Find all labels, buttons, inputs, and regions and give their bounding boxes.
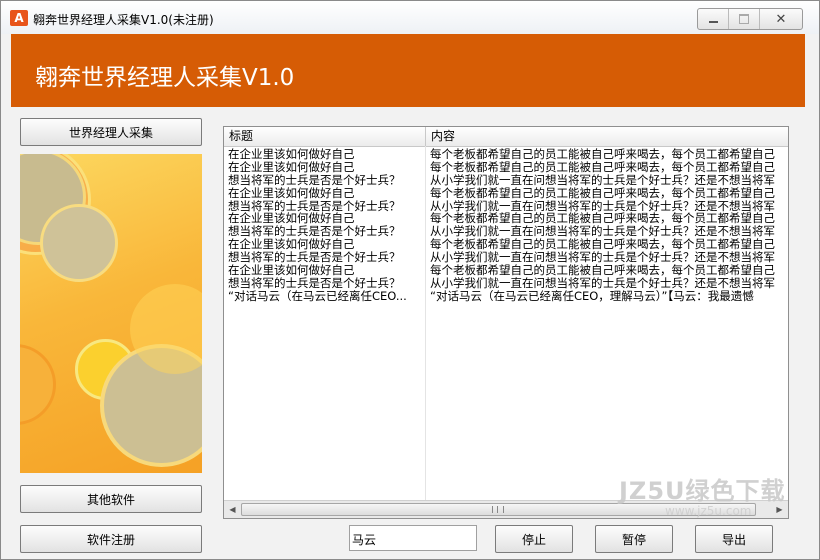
minimize-icon xyxy=(708,21,718,23)
table-row[interactable]: 想当将军的士兵是否是个好士兵？ 从小学我们就一直在问想当将军的士兵是个好士兵？还是… xyxy=(224,225,788,238)
list-rows: 在企业里该如何做好自己每个老板都希望自己的员工能被自己呼来喝去，每个员工都希望自… xyxy=(224,148,788,303)
other-software-button[interactable]: 其他软件 xyxy=(20,485,202,513)
app-window: A 翱奔世界经理人采集V1.0(未注册) ✕ 翱奔世界经理人采集V1.0 世界经… xyxy=(0,0,820,560)
window-controls: ✕ xyxy=(697,8,803,30)
banner-title: 翱奔世界经理人采集V1.0 xyxy=(35,65,295,91)
row-title: “对话马云（在马云已经离任CEO... xyxy=(228,289,407,303)
close-icon: ✕ xyxy=(775,11,787,27)
keyword-input[interactable]: 马云 xyxy=(349,525,477,551)
row-content: 从小学我们就一直在问想当将军的士兵是个好士兵？还是不想当将军 xyxy=(430,225,775,239)
collect-button[interactable]: 世界经理人采集 xyxy=(20,118,202,146)
table-row[interactable]: 在企业里该如何做好自己 每个老板都希望自己的员工能被自己呼来喝去，每个员工都希望自… xyxy=(224,161,788,174)
row-content: 从小学我们就一直在问想当将军的士兵是个好士兵？还是不想当将军 xyxy=(430,173,775,187)
header-banner: 翱奔世界经理人采集V1.0 xyxy=(11,34,805,107)
table-row[interactable]: 在企业里该如何做好自己 每个老板都希望自己的员工能被自己呼来喝去，每个员工都希望自… xyxy=(224,264,788,277)
row-content: 每个老板都希望自己的员工能被自己呼来喝去，每个员工都希望自己 xyxy=(430,238,775,252)
register-button[interactable]: 软件注册 xyxy=(20,525,202,553)
watermark-logo: JZ5U绿色下载 xyxy=(619,477,786,505)
table-row[interactable]: 在企业里该如何做好自己 每个老板都希望自己的员工能被自己呼来喝去，每个员工都希望自… xyxy=(224,148,788,161)
row-content: 每个老板都希望自己的员工能被自己呼来喝去，每个员工都希望自己 xyxy=(430,186,775,200)
window-title: 翱奔世界经理人采集V1.0(未注册) xyxy=(33,13,214,27)
row-title: 在企业里该如何做好自己 xyxy=(228,148,355,161)
row-content: 每个老板都希望自己的员工能被自己呼来喝去，每个员工都希望自己 xyxy=(430,148,775,161)
row-content: 每个老板都希望自己的员工能被自己呼来喝去，每个员工都希望自己 xyxy=(430,264,775,277)
row-title: 想当将军的士兵是否是个好士兵？ xyxy=(228,199,401,213)
minimize-button[interactable] xyxy=(698,9,729,29)
row-content: 每个老板都希望自己的员工能被自己呼来喝去，每个员工都希望自己 xyxy=(430,212,775,226)
row-content: 从小学我们就一直在问想当将军的士兵是个好士兵？还是不想当将军 xyxy=(430,276,775,290)
table-row[interactable]: “对话马云（在马云已经离任CEO... “对话马云（在马云已经离任CEO，理解马云… xyxy=(224,290,788,303)
table-row[interactable]: 在企业里该如何做好自己 每个老板都希望自己的员工能被自己呼来喝去，每个员工都希望自… xyxy=(224,212,788,225)
article-list[interactable]: 标题 内容 在企业里该如何做好自己每个老板都希望自己的员工能被自己呼来喝去，每个… xyxy=(223,126,789,519)
table-row[interactable]: 想当将军的士兵是否是个好士兵？ 从小学我们就一直在问想当将军的士兵是个好士兵？还是… xyxy=(224,277,788,290)
table-row[interactable]: 在企业里该如何做好自己 每个老板都希望自己的员工能被自己呼来喝去，每个员工都希望自… xyxy=(224,238,788,251)
row-content: “对话马云（在马云已经离任CEO，理解马云）”【马云：我最遗憾 xyxy=(430,289,754,303)
table-row[interactable]: 想当将军的士兵是否是个好士兵？ 从小学我们就一直在问想当将军的士兵是个好士兵？还是… xyxy=(224,200,788,213)
scroll-left-icon[interactable]: ◀ xyxy=(224,501,241,518)
watermark-url: www.jz5u.com xyxy=(665,504,752,518)
title-bar[interactable]: A 翱奔世界经理人采集V1.0(未注册) ✕ xyxy=(1,1,819,34)
row-title: 在企业里该如何做好自己 xyxy=(228,212,355,226)
row-title: 想当将军的士兵是否是个好士兵？ xyxy=(228,173,401,187)
row-title: 在企业里该如何做好自己 xyxy=(228,186,355,200)
row-content: 每个老板都希望自己的员工能被自己呼来喝去，每个员工都希望自己 xyxy=(430,160,775,174)
export-button[interactable]: 导出 xyxy=(695,525,773,553)
app-logo-icon: A xyxy=(10,10,28,26)
table-row[interactable]: 在企业里该如何做好自己 每个老板都希望自己的员工能被自己呼来喝去，每个员工都希望自… xyxy=(224,187,788,200)
maximize-icon xyxy=(739,14,749,24)
row-title: 在企业里该如何做好自己 xyxy=(228,238,355,252)
row-title: 想当将军的士兵是否是个好士兵？ xyxy=(228,276,401,290)
decorative-circles-image xyxy=(20,154,202,473)
column-header-content[interactable]: 内容 xyxy=(426,127,788,146)
pause-button[interactable]: 暂停 xyxy=(595,525,673,553)
row-title: 想当将军的士兵是否是个好士兵？ xyxy=(228,225,401,239)
stop-button[interactable]: 停止 xyxy=(495,525,573,553)
row-title: 在企业里该如何做好自己 xyxy=(228,160,355,174)
list-header: 标题 内容 xyxy=(224,127,788,147)
row-title: 想当将军的士兵是否是个好士兵？ xyxy=(228,251,401,265)
table-row[interactable]: 想当将军的士兵是否是个好士兵？ 从小学我们就一直在问想当将军的士兵是个好士兵？还是… xyxy=(224,251,788,264)
column-header-title[interactable]: 标题 xyxy=(224,127,426,146)
table-row[interactable]: 想当将军的士兵是否是个好士兵？ 从小学我们就一直在问想当将军的士兵是个好士兵？还是… xyxy=(224,174,788,187)
row-content: 从小学我们就一直在问想当将军的士兵是个好士兵？还是不想当将军 xyxy=(430,199,775,213)
close-button[interactable]: ✕ xyxy=(760,9,802,29)
maximize-button[interactable] xyxy=(729,9,760,29)
row-title: 在企业里该如何做好自己 xyxy=(228,264,355,277)
row-content: 从小学我们就一直在问想当将军的士兵是个好士兵？还是不想当将军 xyxy=(430,251,775,265)
